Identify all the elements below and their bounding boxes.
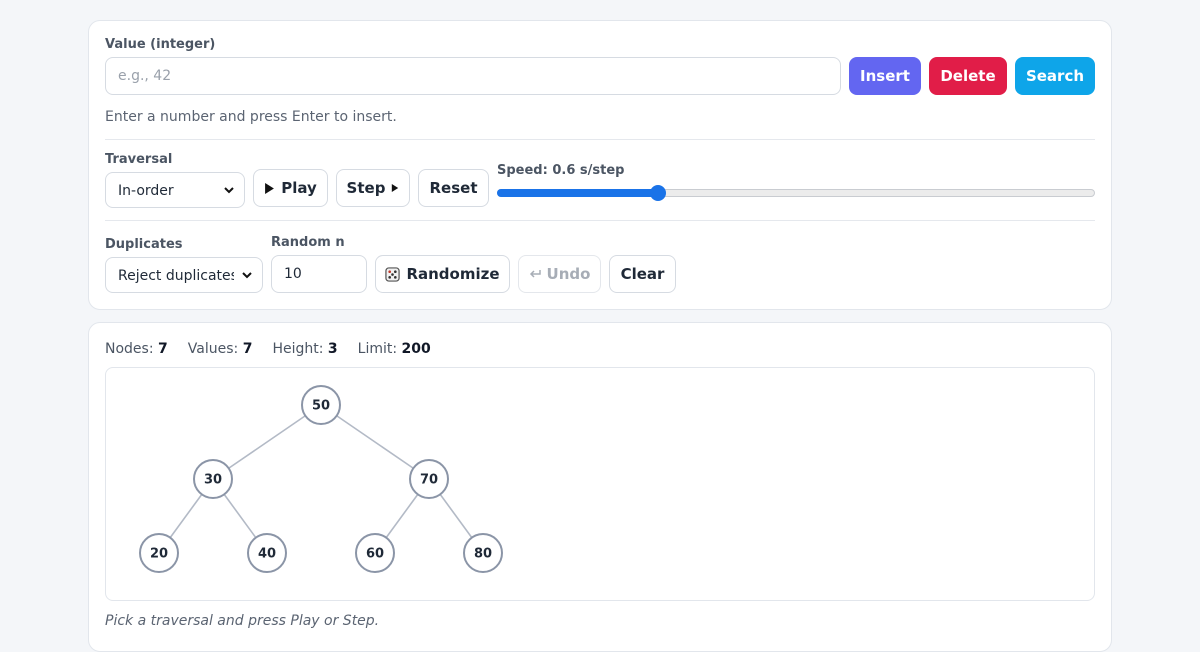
- step-label: Step: [346, 179, 386, 197]
- speed-slider[interactable]: [497, 184, 1095, 202]
- tree-edge: [385, 493, 419, 539]
- tree-edge: [336, 415, 414, 469]
- stats-bar: Nodes: 7 Values: 7 Height: 3 Limit: 200: [105, 341, 431, 357]
- height-stat: Height: 3: [272, 341, 337, 357]
- duplicates-select-wrap: Reject duplicates: [105, 257, 263, 293]
- divider: [105, 139, 1095, 140]
- play-icon: [265, 182, 275, 194]
- tree-node[interactable]: 30: [193, 459, 233, 499]
- randomize-label: Randomize: [406, 265, 500, 283]
- step-button[interactable]: Step: [336, 169, 410, 207]
- tree-panel: Nodes: 7 Values: 7 Height: 3 Limit: 200 …: [88, 322, 1112, 652]
- tree-node[interactable]: 40: [247, 533, 287, 573]
- values-stat: Values: 7: [188, 341, 253, 357]
- clear-button[interactable]: Clear: [609, 255, 676, 293]
- tree-node[interactable]: 70: [409, 459, 449, 499]
- step-arrow-icon: [392, 184, 399, 192]
- tree-node[interactable]: 80: [463, 533, 503, 573]
- tree-canvas[interactable]: 50 30 70 20 40 60 80: [105, 367, 1095, 601]
- insert-button[interactable]: Insert: [849, 57, 921, 95]
- undo-label: Undo: [546, 265, 591, 283]
- value-label: Value (integer): [105, 37, 216, 52]
- randomize-button[interactable]: Randomize: [375, 255, 510, 293]
- controls-panel: Value (integer) Insert Delete Search Ent…: [88, 20, 1112, 310]
- nodes-stat-value: 7: [158, 341, 168, 357]
- reset-button[interactable]: Reset: [418, 169, 489, 207]
- slider-fill: [497, 189, 659, 197]
- duplicates-select[interactable]: Reject duplicates: [105, 257, 263, 293]
- play-button[interactable]: Play: [253, 169, 328, 207]
- search-button[interactable]: Search: [1015, 57, 1095, 95]
- traversal-select-wrap: In-order: [105, 172, 245, 208]
- tree-node[interactable]: 60: [355, 533, 395, 573]
- delete-button[interactable]: Delete: [929, 57, 1007, 95]
- limit-stat-label: Limit:: [357, 341, 398, 357]
- tree-svg: 50 30 70 20 40 60 80: [139, 385, 503, 573]
- tree-node-label: 80: [474, 547, 492, 562]
- values-stat-value: 7: [242, 341, 253, 357]
- tree-node-label: 70: [420, 473, 438, 488]
- tree-node[interactable]: 50: [301, 385, 341, 425]
- tree-node-label: 40: [258, 547, 276, 562]
- limit-stat: Limit: 200: [358, 341, 431, 357]
- tree-node-label: 20: [150, 547, 168, 562]
- play-label: Play: [281, 179, 317, 197]
- nodes-stat-label: Nodes:: [105, 341, 154, 357]
- tree-node[interactable]: 20: [139, 533, 179, 573]
- height-stat-label: Height:: [272, 341, 324, 357]
- undo-icon: [529, 270, 541, 278]
- slider-thumb[interactable]: [650, 185, 667, 201]
- tree-edge: [228, 415, 306, 469]
- undo-button[interactable]: Undo: [518, 255, 601, 293]
- tree-node-label: 30: [204, 473, 222, 488]
- speed-label: Speed: 0.6 s/step: [497, 163, 625, 178]
- values-stat-label: Values:: [187, 341, 239, 357]
- traversal-select[interactable]: In-order: [105, 172, 245, 208]
- tree-edge: [169, 493, 203, 539]
- tree-edge: [439, 493, 473, 539]
- divider: [105, 220, 1095, 221]
- nodes-stat: Nodes: 7: [105, 341, 168, 357]
- value-input[interactable]: [105, 57, 841, 95]
- value-hint: Enter a number and press Enter to insert…: [105, 109, 397, 125]
- tree-node-label: 50: [312, 399, 330, 414]
- tree-node-label: 60: [366, 547, 384, 562]
- status-text: Pick a traversal and press Play or Step.: [105, 613, 380, 629]
- duplicates-label: Duplicates: [105, 237, 183, 252]
- random-n-label: Random n: [271, 235, 345, 250]
- tree-edge: [223, 493, 257, 539]
- dice-icon: [385, 266, 401, 282]
- height-stat-value: 3: [327, 341, 338, 357]
- limit-stat-value: 200: [401, 341, 431, 357]
- traversal-label: Traversal: [105, 152, 173, 167]
- random-n-input[interactable]: [271, 255, 367, 293]
